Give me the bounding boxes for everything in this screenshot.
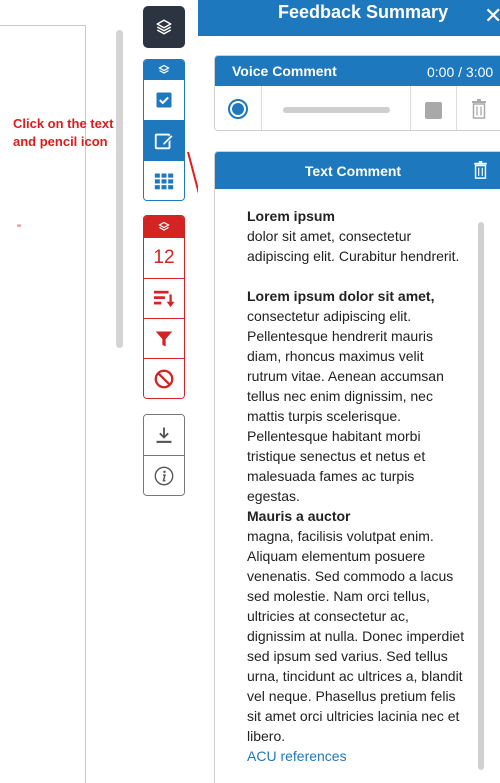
prohibit-icon <box>154 369 174 388</box>
divider <box>261 86 262 130</box>
toolbar-filter-tools: 12 <box>143 215 185 399</box>
app-page: Click on the text and pencil icon " 12 F… <box>0 0 500 783</box>
layers-icon <box>158 64 170 74</box>
download-icon <box>156 427 172 443</box>
sort-icon <box>154 290 175 307</box>
filter-button[interactable] <box>144 318 184 358</box>
panel-header: Feedback Summary ✕ <box>198 0 500 36</box>
count-button[interactable]: 12 <box>144 238 184 278</box>
info-button[interactable] <box>144 455 184 495</box>
close-icon[interactable]: ✕ <box>484 4 500 28</box>
voice-comment-card: Voice Comment 0:00 / 3:00 <box>214 55 500 131</box>
panel-title: Feedback Summary <box>278 2 449 22</box>
pencil-edit-icon <box>154 133 174 149</box>
checkbox-tool-button[interactable] <box>144 80 184 120</box>
text-comment-body[interactable]: Lorem ipsum dolor sit amet, consectetur … <box>247 206 467 766</box>
voice-comment-title: Voice Comment <box>232 63 337 79</box>
trash-icon[interactable] <box>473 161 488 179</box>
layers-button[interactable] <box>143 6 185 48</box>
references-link[interactable]: ACU references <box>247 746 467 766</box>
grid-icon <box>154 173 174 189</box>
download-button[interactable] <box>144 415 184 455</box>
grid-tool-button[interactable] <box>144 160 184 200</box>
annotation-dot: " <box>17 223 21 235</box>
layers-icon <box>156 19 172 35</box>
clear-filter-button[interactable] <box>144 358 184 398</box>
divider <box>456 86 457 130</box>
text-pencil-tool-button[interactable] <box>144 120 184 160</box>
comment-tools-header <box>144 60 184 80</box>
filter-tools-header <box>144 216 184 238</box>
comment-heading: Lorem ipsum <box>247 208 335 224</box>
document-scrollbar[interactable] <box>116 30 123 348</box>
stop-icon[interactable] <box>425 102 442 119</box>
voice-comment-time: 0:00 / 3:00 <box>427 64 494 80</box>
divider <box>410 86 411 130</box>
checkbox-icon <box>156 92 172 108</box>
comment-scrollbar[interactable] <box>478 222 484 770</box>
filter-icon <box>155 331 173 346</box>
text-comment-card: Text Comment Lorem ipsum dolor sit amet,… <box>214 151 500 783</box>
voice-comment-header: Voice Comment 0:00 / 3:00 <box>215 56 500 86</box>
toolbar-misc-tools <box>143 414 185 496</box>
comment-heading: Lorem ipsum dolor sit amet, <box>247 288 435 304</box>
comment-heading: Mauris a auctor <box>247 508 351 524</box>
trash-icon[interactable] <box>471 99 487 119</box>
record-play-button[interactable] <box>228 99 248 119</box>
audio-progress-bar[interactable] <box>283 107 390 113</box>
toolbar-comment-tools <box>143 59 185 201</box>
sort-button[interactable] <box>144 278 184 318</box>
info-icon <box>154 466 174 485</box>
voice-player <box>215 86 500 130</box>
comment-paragraph: consectetur adipiscing elit. Pellentesqu… <box>247 308 444 504</box>
layers-icon <box>158 221 170 231</box>
comment-paragraph: magna, facilisis volutpat enim. Aliquam … <box>247 528 465 744</box>
toolbar-layers-main <box>143 6 185 48</box>
count-value: 12 <box>153 247 175 268</box>
comment-paragraph: dolor sit amet, consectetur adipiscing e… <box>247 228 460 264</box>
text-comment-header: Text Comment <box>215 152 500 189</box>
annotation-note: Click on the text and pencil icon <box>13 116 114 149</box>
text-comment-title: Text Comment <box>304 162 402 179</box>
feedback-summary-panel: Feedback Summary ✕ Voice Comment 0:00 / … <box>198 0 500 783</box>
